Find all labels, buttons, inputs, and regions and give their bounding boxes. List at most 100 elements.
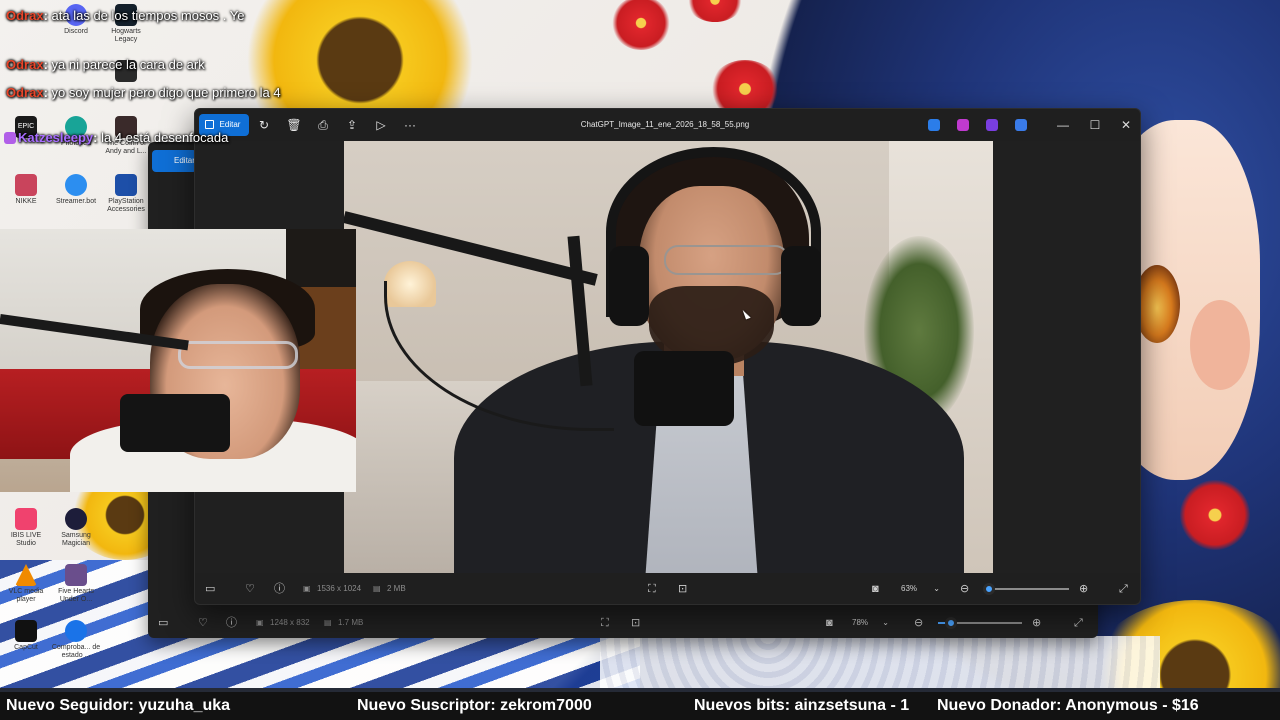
- chevron-down-icon: ⌄: [933, 584, 940, 593]
- image-dimensions-icon: ▣: [303, 584, 311, 593]
- playstation-icon: [115, 174, 137, 196]
- bottom-bar: ▭ ♡ ⓘ ▣ 1536 x 1024 ▤ 2 MB ⛶ ⊡ ◙ 63% ⌄ ⊖…: [195, 574, 1140, 604]
- desktop-icon-pc-health[interactable]: Comproba... de estado ...: [50, 620, 102, 660]
- webcam-microphone: [120, 394, 230, 452]
- zoom-slider[interactable]: [983, 583, 1069, 595]
- more-options-icon[interactable]: ···: [399, 114, 421, 136]
- fullscreen-icon[interactable]: ⤢: [1119, 574, 1128, 604]
- heart-icon[interactable]: ♡: [198, 608, 208, 638]
- filmstrip-icon[interactable]: ▭: [158, 608, 168, 638]
- onedrive-icon[interactable]: [1015, 119, 1027, 131]
- fit-screen-icon[interactable]: ⛶: [648, 574, 656, 604]
- desktop-icon-nikke[interactable]: NIKKE: [0, 174, 52, 206]
- edit-pen-icon: [205, 120, 214, 129]
- chat-username: Katzesleepy: [18, 130, 94, 145]
- print-icon[interactable]: ⎙: [312, 114, 334, 136]
- chat-username: Odrax: [6, 57, 44, 72]
- delete-icon[interactable]: 🗑: [283, 114, 305, 136]
- edit-button-background[interactable]: Editar: [152, 150, 197, 172]
- photo-microphone: [634, 351, 734, 426]
- zoom-value: 63%: [901, 584, 918, 593]
- desktop-icon-vlc[interactable]: VLC media player: [0, 564, 52, 604]
- alert-new-subscriber: Nuevo Suscriptor: zekrom7000: [357, 697, 592, 714]
- actual-size-icon[interactable]: ⊡: [631, 608, 640, 638]
- chat-message: Katzesleepy: la 4 está desenfocada: [4, 130, 228, 145]
- heart-icon[interactable]: ♡: [245, 574, 255, 604]
- chat-text: yo soy mujer pero digo que primero la 4: [47, 85, 281, 100]
- desktop-icon-streamerbot[interactable]: Streamer.bot: [50, 174, 102, 206]
- desktop-icon-playstation[interactable]: PlayStation Accessories: [100, 174, 152, 214]
- chat-text: ata las de los tiempos mosos . Ye: [47, 8, 245, 23]
- desktop-icon-capcut[interactable]: CapCut: [0, 620, 52, 652]
- slideshow-icon[interactable]: ▷: [370, 114, 392, 136]
- file-size-icon: ▤: [373, 584, 381, 593]
- zoom-slider-thumb[interactable]: [944, 617, 957, 629]
- actual-size-icon[interactable]: ⊡: [678, 574, 687, 604]
- alert-new-donor: Nuevo Donador: Anonymous - $16: [937, 697, 1199, 714]
- zoom-dropdown[interactable]: 78% ⌄: [848, 613, 900, 633]
- screenshot-icon[interactable]: ◙: [872, 574, 879, 604]
- wallpaper-anime-ear: [1190, 300, 1250, 390]
- chat-username: Odrax: [6, 8, 44, 23]
- chat-text: ya ni parece la cara de ark: [47, 57, 205, 72]
- wallpaper-rose: [686, 0, 744, 22]
- zoom-slider[interactable]: [938, 617, 1022, 629]
- zoom-dropdown[interactable]: 63% ⌄: [897, 579, 949, 599]
- fullscreen-icon[interactable]: ⤢: [1074, 608, 1083, 638]
- zoom-value: 78%: [852, 618, 869, 627]
- minimize-button[interactable]: —: [1047, 109, 1079, 141]
- chat-message: Odrax: yo soy mujer pero digo que primer…: [6, 85, 281, 100]
- share-icon[interactable]: ⇪: [341, 114, 363, 136]
- info-icon[interactable]: ⓘ: [226, 608, 237, 638]
- streamerbot-icon: [65, 174, 87, 196]
- capcut-icon: [15, 620, 37, 642]
- photo-headset-cup: [609, 246, 649, 326]
- copilot-icon[interactable]: [957, 119, 969, 131]
- chat-message: Odrax: ata las de los tiempos mosos . Ye: [6, 8, 245, 23]
- zoom-slider-thumb[interactable]: [983, 583, 996, 595]
- image-dimensions-icon: ▣: [256, 618, 264, 627]
- vlc-icon: [15, 564, 37, 586]
- alert-new-follower: Nuevo Seguidor: yuzuha_uka: [6, 697, 231, 714]
- background-bottom-bar: ▭ ♡ ⓘ ▣ 1248 x 832 ▤ 1.7 MB ⛶ ⊡ ◙ 78% ⌄ …: [148, 608, 1098, 638]
- webcam-glasses: [178, 341, 298, 369]
- chevron-down-icon: ⌄: [882, 618, 889, 627]
- wallpaper-rose: [1180, 480, 1250, 550]
- subscriber-badge-icon: [4, 132, 16, 144]
- file-size: 2 MB: [387, 584, 406, 593]
- chat-username: Odrax: [6, 85, 44, 100]
- alert-new-bits: Nuevos bits: ainzsetsuna - 1: [694, 697, 910, 714]
- info-icon[interactable]: ⓘ: [274, 574, 285, 604]
- wallpaper-white-flowers: [600, 636, 1160, 688]
- close-button[interactable]: ✕: [1110, 109, 1142, 141]
- image-dimensions: 1536 x 1024: [317, 584, 362, 593]
- webcam-feed: [0, 229, 356, 492]
- clipchamp-icon[interactable]: [986, 119, 998, 131]
- zoom-out-icon[interactable]: ⊖: [960, 574, 969, 604]
- zoom-out-icon[interactable]: ⊖: [914, 608, 923, 638]
- stream-alerts-bar: Nuevo Seguidor: yuzuha_uka Nuevo Suscrip…: [0, 692, 1280, 720]
- chat-message: Odrax: ya ni parece la cara de ark: [6, 57, 205, 72]
- file-size: 1.7 MB: [338, 618, 364, 627]
- samsung-magician-icon: [65, 508, 87, 530]
- filmstrip-icon[interactable]: ▭: [205, 574, 215, 604]
- rotate-icon[interactable]: ↻: [253, 114, 275, 136]
- window-title: ChatGPT_Image_11_ene_2026_18_58_55.png: [580, 120, 750, 129]
- zoom-in-icon[interactable]: ⊕: [1032, 608, 1041, 638]
- fit-screen-icon[interactable]: ⛶: [601, 608, 609, 638]
- zoom-in-icon[interactable]: ⊕: [1079, 574, 1088, 604]
- desktop-icon-samsung-magician[interactable]: Samsung Magician: [50, 508, 102, 548]
- heart-monitor-icon: [65, 620, 87, 642]
- five-hearts-icon: [65, 564, 87, 586]
- photo-headset-cup: [781, 246, 821, 326]
- app-shortcut-icon[interactable]: [928, 119, 940, 131]
- screenshot-icon[interactable]: ◙: [826, 608, 833, 638]
- wallpaper-rose: [612, 0, 670, 50]
- maximize-button[interactable]: ☐: [1079, 109, 1111, 141]
- file-size-icon: ▤: [324, 618, 332, 627]
- desktop-icon-ibis[interactable]: IBIS LIVE Studio: [0, 508, 52, 548]
- photo-image: [344, 141, 993, 573]
- nikke-icon: [15, 174, 37, 196]
- desktop-icon-five-hearts[interactable]: Five Hearts Under O...: [50, 564, 102, 604]
- image-dimensions: 1248 x 832: [270, 618, 310, 627]
